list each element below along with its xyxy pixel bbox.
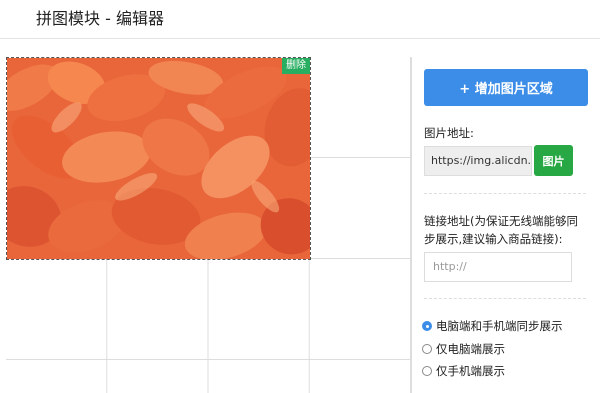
divider	[424, 298, 586, 299]
radio-option-label: 电脑端和手机端同步展示	[436, 319, 563, 333]
image-address-input[interactable]: https://img.alicdn.	[424, 146, 532, 176]
radio-option-pc-only[interactable]: 仅电脑端展示	[422, 340, 505, 358]
add-image-region-button[interactable]: + 增加图片区域	[424, 69, 588, 106]
radio-unchecked-icon	[422, 366, 432, 376]
radio-option-mobile-only[interactable]: 仅手机端展示	[422, 362, 505, 380]
link-address-label-line1: 链接地址(为保证无线端能够同	[424, 214, 578, 228]
image-region[interactable]: 删除	[6, 57, 311, 260]
radio-option-label: 仅手机端展示	[436, 364, 505, 378]
link-address-label-line2: 步展示,建议输入商品链接):	[424, 232, 563, 246]
radio-unchecked-icon	[422, 344, 432, 354]
radio-option-label: 仅电脑端展示	[436, 342, 505, 356]
radio-option-both[interactable]: 电脑端和手机端同步展示	[422, 317, 563, 335]
flower-petals-image	[7, 58, 310, 259]
radio-checked-icon	[422, 321, 432, 331]
image-address-label: 图片地址:	[424, 126, 474, 140]
page-title: 拼图模块 - 编辑器	[36, 9, 164, 28]
settings-panel: + 增加图片区域 图片地址: https://img.alicdn. 图片 链接…	[412, 57, 600, 393]
image-select-button[interactable]: 图片	[534, 145, 573, 176]
page-header: 拼图模块 - 编辑器	[0, 0, 600, 39]
divider	[424, 193, 586, 194]
delete-button[interactable]: 删除	[282, 58, 310, 74]
link-address-input[interactable]: http://	[424, 252, 572, 282]
